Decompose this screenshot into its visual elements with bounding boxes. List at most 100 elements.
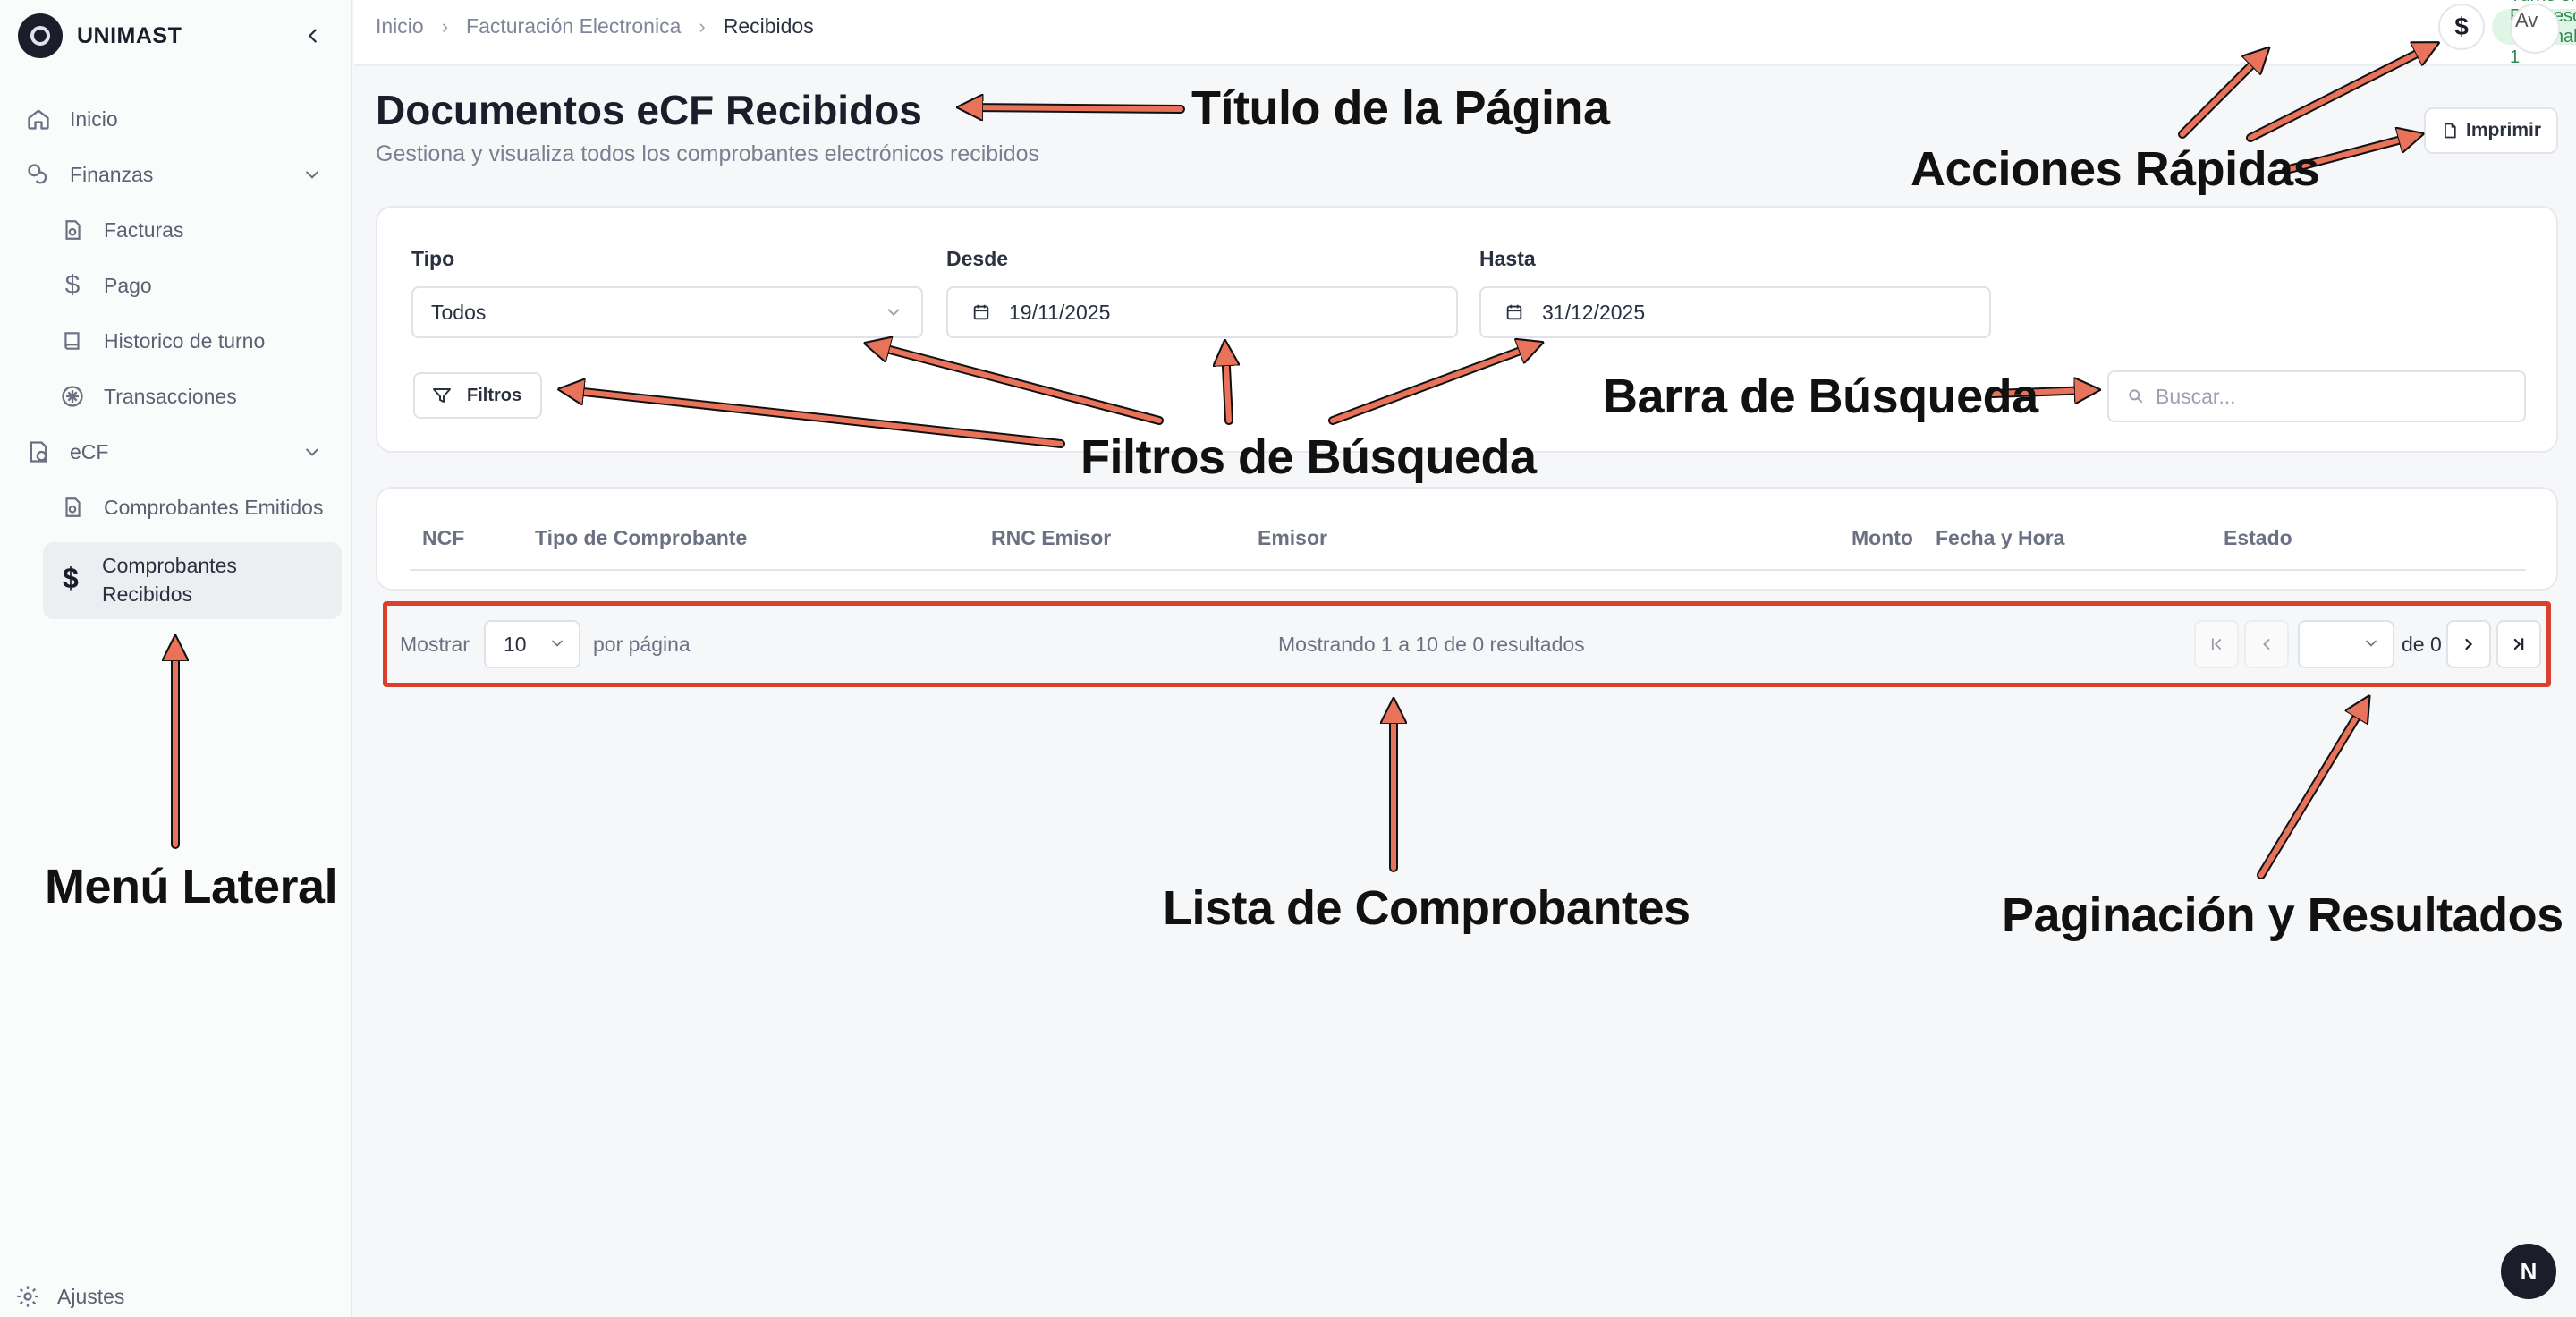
breadcrumb-current: Recibidos xyxy=(723,14,814,38)
settings-link[interactable]: Ajustes xyxy=(14,1283,124,1310)
book-icon xyxy=(59,327,86,354)
brand-logo-icon xyxy=(18,13,63,58)
desde-date-field[interactable]: 19/11/2025 xyxy=(946,286,1458,338)
chevron-right-icon xyxy=(2465,638,2473,650)
sidebar-item-label: Finanzas xyxy=(70,162,154,186)
hasta-date-field[interactable]: 31/12/2025 xyxy=(1479,286,1991,338)
column-header[interactable]: NCF xyxy=(422,526,464,550)
sidebar-item-historico[interactable]: Historico de turno xyxy=(59,327,265,354)
column-header[interactable]: Estado xyxy=(2224,526,2292,550)
sidebar-item-label: eCF xyxy=(70,439,109,463)
sidebar-item-inicio[interactable]: Inicio xyxy=(25,106,118,132)
total-pages-label: de 0 xyxy=(2402,633,2442,656)
hasta-value: 31/12/2025 xyxy=(1542,300,1646,324)
dollar-icon: $ xyxy=(64,270,80,300)
chevron-down-icon xyxy=(2362,634,2380,652)
last-page-button[interactable] xyxy=(2496,620,2541,668)
annotation-list: Lista de Comprobantes xyxy=(1163,881,1690,935)
breadcrumb-item[interactable]: Facturación Electronica xyxy=(466,14,681,38)
dollar-icon: $ xyxy=(63,562,79,594)
prev-page-button[interactable] xyxy=(2244,620,2289,668)
filters-button[interactable]: Filtros xyxy=(413,372,542,419)
page-title: Documentos eCF Recibidos xyxy=(376,87,922,133)
print-label: Imprimir xyxy=(2465,120,2542,140)
sidebar-item-ecf[interactable]: eCF xyxy=(25,438,326,465)
sidebar-item-label: Facturas xyxy=(104,217,184,242)
brand: UNIMAST xyxy=(18,13,335,59)
column-header[interactable]: Emisor xyxy=(1258,526,1327,550)
search-box[interactable] xyxy=(2107,370,2526,422)
sidebar-item-label: Transacciones xyxy=(104,384,237,408)
filter-card: Tipo Todos Desde 19/11/2025 Hasta 31/12/… xyxy=(376,206,2558,453)
avatar[interactable]: Av xyxy=(2510,4,2560,54)
floating-action-button[interactable]: N xyxy=(2501,1244,2556,1299)
column-header[interactable]: Tipo de Comprobante xyxy=(535,526,747,550)
sidebar: UNIMAST Inicio Finanzas Facturas $ Pago xyxy=(0,0,352,1317)
print-button[interactable]: Imprimir xyxy=(2424,107,2558,154)
home-icon xyxy=(25,106,52,132)
sidebar-item-label: Inicio xyxy=(70,106,118,131)
collapse-sidebar-button[interactable] xyxy=(297,20,329,52)
first-page-button[interactable] xyxy=(2194,620,2239,668)
filters-label: Filtros xyxy=(467,385,522,405)
invoice-icon xyxy=(59,217,86,243)
page-subtitle: Gestiona y visualiza todos los comproban… xyxy=(376,141,1040,166)
chevron-right-icon: › xyxy=(699,14,706,38)
tipo-label: Tipo xyxy=(411,247,455,270)
column-header[interactable]: RNC Emisor xyxy=(991,526,1111,550)
sidebar-item-comprobantes-emitidos[interactable]: Comprobantes Emitidos xyxy=(59,494,323,521)
chevron-right-icon: › xyxy=(441,14,449,38)
annotation-arrow xyxy=(2257,699,2369,879)
sidebar-item-label: Comprobantes Emitidos xyxy=(104,495,324,519)
dollar-icon: $ xyxy=(2454,13,2469,40)
sidebar-item-label: Comprobantes Recibidos xyxy=(102,554,237,606)
annotation-pagination: Paginación y Resultados xyxy=(2002,888,2563,942)
annotation-search-bar: Barra de Búsqueda xyxy=(1603,370,2038,423)
breadcrumb-item[interactable]: Inicio xyxy=(376,14,424,38)
sidebar-item-facturas[interactable]: Facturas xyxy=(59,217,183,243)
desde-label: Desde xyxy=(946,247,1009,270)
currency-button[interactable]: $ xyxy=(2438,4,2485,50)
table-card: NCF Tipo de Comprobante RNC Emisor Emiso… xyxy=(376,487,2558,591)
results-text: Mostrando 1 a 10 de 0 resultados xyxy=(1278,633,1585,656)
sidebar-item-pago[interactable]: $ Pago xyxy=(59,270,152,300)
sidebar-item-label: Pago xyxy=(104,273,152,297)
chevron-left-icon xyxy=(2263,639,2270,650)
settings-label: Ajustes xyxy=(57,1284,125,1308)
page-select[interactable] xyxy=(2298,620,2394,668)
first-page-icon xyxy=(2211,638,2222,650)
tipo-value: Todos xyxy=(431,300,487,324)
page-size-value: 10 xyxy=(504,632,527,656)
last-page-icon xyxy=(2513,638,2524,650)
sidebar-item-label: Historico de turno xyxy=(104,328,266,353)
chevron-down-icon xyxy=(299,161,326,188)
annotation-side-menu: Menú Lateral xyxy=(45,860,338,913)
hasta-label: Hasta xyxy=(1479,247,1536,270)
annotation-arrow xyxy=(962,103,1185,114)
chevron-down-icon xyxy=(299,438,326,465)
chevron-left-icon xyxy=(308,29,317,43)
page-size-select[interactable]: 10 xyxy=(484,620,580,668)
tipo-select[interactable]: Todos xyxy=(411,286,923,338)
per-page-label: por página xyxy=(593,633,691,656)
next-page-button[interactable] xyxy=(2446,620,2491,668)
sidebar-item-transacciones[interactable]: Transacciones xyxy=(59,383,237,410)
filter-icon xyxy=(431,385,453,406)
calendar-icon xyxy=(971,302,991,322)
gear-icon xyxy=(14,1283,41,1310)
show-label: Mostrar xyxy=(400,633,470,656)
pagination-bar: Mostrar 10 por página Mostrando 1 a 10 d… xyxy=(383,601,2551,687)
receipt-icon xyxy=(25,438,52,465)
header-divider xyxy=(410,569,2526,571)
transactions-icon xyxy=(59,383,86,410)
coins-icon xyxy=(25,161,52,188)
column-header[interactable]: Fecha y Hora xyxy=(1936,526,2064,550)
search-input[interactable] xyxy=(2156,384,2513,409)
document-icon xyxy=(2441,121,2459,140)
search-icon xyxy=(2127,387,2145,405)
brand-name: UNIMAST xyxy=(77,22,182,48)
invoice-icon xyxy=(59,494,86,521)
annotation-search-filters: Filtros de Búsqueda xyxy=(1080,430,1537,484)
column-header[interactable]: Monto xyxy=(1852,526,1913,550)
sidebar-item-finanzas[interactable]: Finanzas xyxy=(25,161,326,188)
